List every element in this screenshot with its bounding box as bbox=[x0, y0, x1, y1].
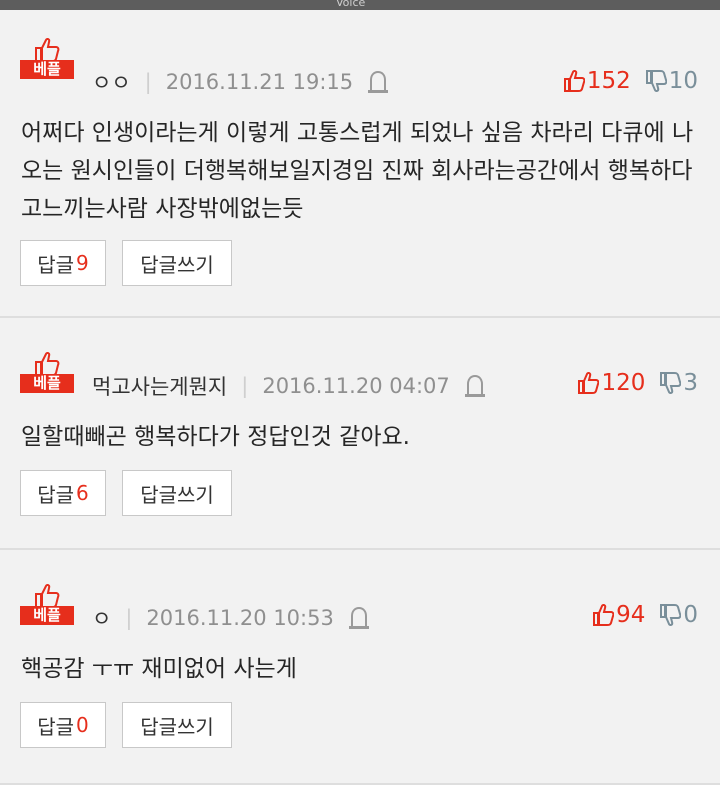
voice-indicator: Voice bbox=[336, 0, 366, 9]
comment-text: 일할때빼곤 행복하다가 정답인것 같아요. bbox=[21, 424, 410, 450]
upvote-count: 152 bbox=[586, 68, 631, 94]
view-replies-button[interactable]: 답글 9 bbox=[20, 240, 106, 286]
comment-item: 베플 먹고사는게뭔지 | 2016.11.20 04:07 120 3 일할때빼… bbox=[0, 318, 720, 550]
report-button[interactable] bbox=[367, 70, 389, 94]
comment-text: 어쩌다 인생이라는게 이렇게 고통스럽게 되었나 싶음 차라리 다큐에 나오는 … bbox=[21, 120, 694, 222]
vote-area: 94 0 bbox=[592, 600, 698, 630]
downvote-count: 3 bbox=[683, 370, 698, 396]
best-reply-badge: 베플 bbox=[20, 352, 74, 393]
comment-nickname[interactable]: 먹고사는게뭔지 bbox=[92, 371, 227, 401]
best-reply-badge: 베플 bbox=[20, 38, 74, 79]
thumbs-up-icon bbox=[578, 372, 600, 394]
comment-text: 핵공감 ㅜㅠ 재미없어 사는게 bbox=[21, 656, 297, 682]
siren-icon bbox=[348, 606, 369, 629]
upvote-button[interactable]: 152 bbox=[563, 68, 631, 94]
write-reply-label: 답글쓰기 bbox=[140, 714, 214, 739]
siren-icon bbox=[368, 70, 389, 93]
thumbs-down-icon bbox=[660, 604, 682, 626]
report-button[interactable] bbox=[464, 374, 486, 398]
comment-timestamp: 2016.11.21 19:15 bbox=[165, 70, 354, 94]
upvote-button[interactable]: 120 bbox=[577, 370, 645, 396]
reply-count: 9 bbox=[76, 251, 89, 275]
best-reply-label: 베플 bbox=[20, 60, 74, 79]
thumbs-up-icon bbox=[35, 584, 60, 608]
downvote-button[interactable]: 0 bbox=[659, 602, 698, 628]
vote-area: 152 10 bbox=[563, 66, 698, 96]
reply-count: 0 bbox=[76, 713, 89, 737]
comment-actions: 답글 6 답글쓰기 bbox=[20, 470, 248, 516]
thumbs-down-icon bbox=[660, 372, 682, 394]
upvote-button[interactable]: 94 bbox=[592, 602, 645, 628]
meta-divider: | bbox=[241, 374, 249, 398]
meta-divider: | bbox=[125, 606, 133, 630]
thumbs-down-icon bbox=[645, 70, 667, 92]
write-reply-button[interactable]: 답글쓰기 bbox=[122, 470, 232, 516]
meta-divider: | bbox=[144, 70, 152, 94]
best-reply-label: 베플 bbox=[20, 606, 74, 625]
upvote-count: 120 bbox=[601, 370, 646, 396]
best-reply-label: 베플 bbox=[20, 374, 74, 393]
vote-area: 120 3 bbox=[577, 368, 698, 398]
comment-timestamp: 2016.11.20 04:07 bbox=[262, 374, 450, 398]
comment-meta: ㅇㅇ | 2016.11.21 19:15 bbox=[92, 68, 389, 96]
comment-nickname[interactable]: ㅇ bbox=[92, 603, 111, 633]
thumbs-up-icon bbox=[35, 352, 60, 376]
comment-actions: 답글 0 답글쓰기 bbox=[20, 702, 248, 748]
view-replies-button[interactable]: 답글 6 bbox=[20, 470, 106, 516]
write-reply-label: 답글쓰기 bbox=[140, 482, 214, 507]
comment-meta: ㅇ | 2016.11.20 10:53 bbox=[92, 604, 370, 632]
reply-label: 답글 bbox=[37, 482, 75, 507]
comment-item: 베플 ㅇ | 2016.11.20 10:53 94 0 핵공감 ㅜㅠ 재미없어… bbox=[0, 550, 720, 785]
write-reply-label: 답글쓰기 bbox=[140, 252, 214, 277]
status-bar: Voice bbox=[0, 0, 720, 10]
upvote-count: 94 bbox=[616, 602, 646, 628]
comment-timestamp: 2016.11.20 10:53 bbox=[146, 606, 334, 630]
report-button[interactable] bbox=[348, 606, 370, 630]
reply-label: 답글 bbox=[37, 714, 75, 739]
comment-nickname[interactable]: ㅇㅇ bbox=[92, 67, 131, 97]
downvote-button[interactable]: 3 bbox=[659, 370, 698, 396]
downvote-button[interactable]: 10 bbox=[645, 68, 698, 94]
write-reply-button[interactable]: 답글쓰기 bbox=[122, 240, 232, 286]
reply-count: 6 bbox=[76, 481, 89, 505]
siren-icon bbox=[464, 374, 485, 397]
reply-label: 답글 bbox=[37, 252, 75, 277]
thumbs-up-icon bbox=[35, 38, 60, 62]
downvote-count: 10 bbox=[668, 68, 698, 94]
comment-meta: 먹고사는게뭔지 | 2016.11.20 04:07 bbox=[92, 372, 486, 400]
write-reply-button[interactable]: 답글쓰기 bbox=[122, 702, 232, 748]
comment-item: 베플 ㅇㅇ | 2016.11.21 19:15 152 10 어쩌다 인생이라… bbox=[0, 10, 720, 318]
thumbs-up-icon bbox=[563, 70, 585, 92]
comment-actions: 답글 9 답글쓰기 bbox=[20, 240, 248, 286]
thumbs-up-icon bbox=[593, 604, 615, 626]
downvote-count: 0 bbox=[683, 602, 698, 628]
view-replies-button[interactable]: 답글 0 bbox=[20, 702, 106, 748]
best-reply-badge: 베플 bbox=[20, 584, 74, 625]
